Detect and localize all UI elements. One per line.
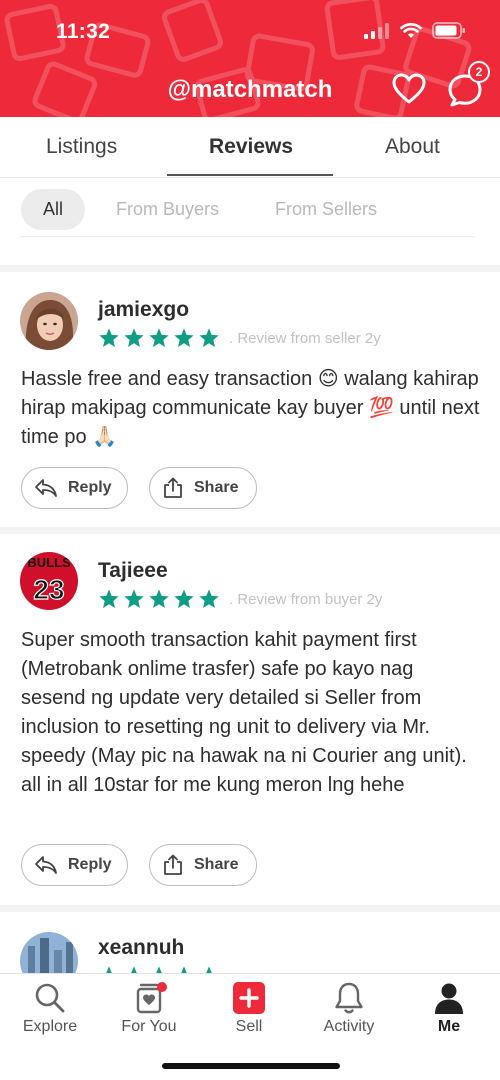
share-label: Share: [194, 856, 239, 873]
star-icon: [124, 328, 144, 347]
chat-badge: 2: [468, 61, 490, 83]
star-icon: [199, 589, 219, 608]
share-icon: [164, 477, 182, 498]
reviewer-name[interactable]: jamiexgo: [98, 298, 189, 322]
review-meta: . Review from buyer 2y: [229, 591, 383, 608]
star-icon: [124, 589, 144, 608]
nav-label: Sell: [235, 1018, 263, 1035]
reply-button[interactable]: Reply: [21, 467, 128, 509]
tab-about[interactable]: About: [385, 135, 440, 159]
star-rating: [98, 965, 220, 973]
reply-icon: [35, 479, 57, 497]
nav-label: Explore: [22, 1018, 78, 1035]
filter-from-sellers[interactable]: From Sellers: [275, 189, 377, 230]
star-icon: [149, 328, 169, 347]
review-text: Hassle free and easy transaction 😊 walan…: [21, 368, 480, 448]
reply-icon: [35, 856, 57, 874]
star-rating: [98, 588, 220, 610]
review-card: jamiexgo . Review from seller 2y Hassle …: [0, 272, 500, 528]
notification-dot: [157, 982, 167, 992]
review-card: BULLS 23 Tajieee . Review from buyer 2y …: [0, 534, 500, 906]
battery-icon: [432, 22, 465, 39]
tab-reviews[interactable]: Reviews: [209, 135, 293, 159]
star-icon: [174, 328, 194, 347]
star-rating: [98, 327, 220, 349]
star-icon: [149, 589, 169, 608]
svg-text:23: 23: [33, 574, 64, 605]
section-separator: [0, 905, 500, 912]
star-icon: [199, 328, 219, 347]
share-button[interactable]: Share: [149, 844, 257, 886]
search-icon: [35, 983, 65, 1013]
status-bar: 11:32: [0, 0, 500, 66]
share-label: Share: [194, 479, 239, 496]
review-text: Super smooth transaction kahit payment f…: [21, 629, 467, 796]
nav-label: Activity: [323, 1018, 375, 1035]
avatar[interactable]: [20, 292, 78, 350]
status-icons: [364, 22, 466, 39]
avatar[interactable]: BULLS 23: [20, 552, 78, 610]
home-indicator: [162, 1063, 340, 1069]
filter-all[interactable]: All: [21, 189, 86, 230]
nav-label: Me: [437, 1018, 461, 1035]
review-filters: All From Buyers From Sellers: [0, 178, 500, 268]
sell-plus-icon: [233, 982, 265, 1014]
reviewer-name[interactable]: Tajieee: [98, 559, 168, 583]
star-icon: [204, 966, 214, 973]
star-icon: [99, 328, 119, 347]
share-button[interactable]: Share: [149, 467, 257, 509]
divider: [20, 236, 475, 237]
profile-icon: [435, 983, 463, 1014]
tab-listings[interactable]: Listings: [46, 135, 117, 159]
star-icon: [174, 589, 194, 608]
signal-icon: [364, 22, 389, 39]
wifi-icon: [400, 22, 422, 38]
for-you-icon: [136, 982, 167, 1014]
svg-text:BULLS: BULLS: [27, 555, 71, 570]
star-icon: [154, 966, 164, 973]
reviewer-name[interactable]: xeannuh: [98, 936, 184, 960]
star-icon: [99, 589, 119, 608]
review-meta: . Review from seller 2y: [229, 330, 381, 347]
avatar[interactable]: [20, 932, 78, 973]
filter-from-buyers[interactable]: From Buyers: [116, 189, 219, 230]
reply-label: Reply: [68, 479, 112, 496]
share-icon: [164, 854, 182, 875]
tab-active-indicator: [167, 174, 333, 176]
review-card: xeannuh: [0, 912, 500, 973]
section-separator: [0, 265, 500, 272]
star-icon: [129, 966, 139, 973]
reply-button[interactable]: Reply: [21, 844, 128, 886]
app-header: 11:32 @matchmatch 2: [0, 0, 500, 117]
bell-icon: [335, 982, 363, 1014]
heart-icon[interactable]: [392, 73, 426, 105]
star-icon: [104, 966, 114, 973]
reply-label: Reply: [68, 856, 112, 873]
section-separator: [0, 527, 500, 534]
star-icon: [179, 966, 189, 973]
nav-label: For You: [121, 1018, 177, 1035]
profile-tabs: Listings Reviews About: [0, 117, 500, 178]
status-time: 11:32: [56, 20, 111, 43]
